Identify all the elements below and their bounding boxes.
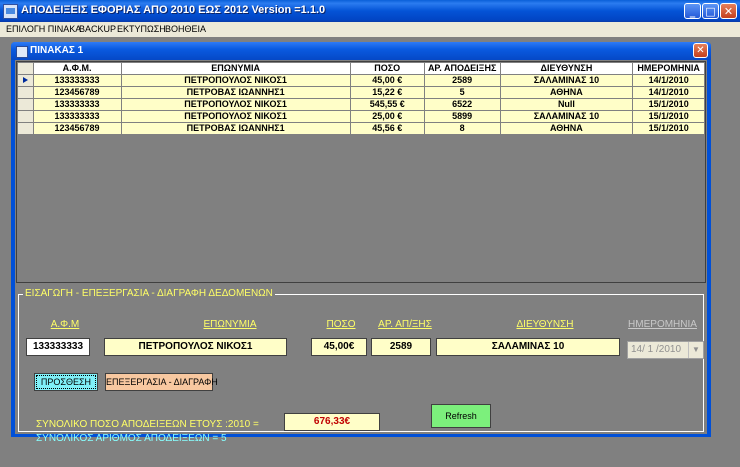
- total-amount-value: 676,33€: [284, 413, 380, 431]
- cell-afm[interactable]: 123456789: [32, 86, 122, 99]
- cell-amount[interactable]: 45,00 €: [349, 74, 425, 87]
- cell-date[interactable]: 14/1/2010: [632, 74, 705, 87]
- menu-help[interactable]: ΒΟΗΘΕΙΑ: [165, 24, 206, 34]
- app-window: ΑΠΟΔΕΙΞΕΙΣ ΕΦΟΡΙΑΣ ΑΠΟ 2010 ΕΩΣ 2012 Ver…: [0, 0, 740, 467]
- total-amount-label: ΣΥΝΟΛΙΚΟ ΠΟΣΟ ΑΠΟΔΕΙΞΕΩΝ ΕΤΟΥΣ :2010 =: [36, 419, 259, 430]
- cell-amount[interactable]: 545,55 €: [349, 98, 425, 111]
- cell-receipt[interactable]: 2589: [423, 74, 501, 87]
- menu-select-table[interactable]: ΕΠΙΛΟΓΗ ΠΙΝΑΚΑ: [6, 24, 81, 34]
- cell-date[interactable]: 15/1/2010: [632, 110, 705, 123]
- cell-afm[interactable]: 133333333: [32, 110, 122, 123]
- column-header-afm[interactable]: Α.Φ.Μ.: [32, 62, 122, 75]
- name-input[interactable]: ΠΕΤΡΟΠΟΥΛΟΣ ΝΙΚΟΣ1: [104, 338, 287, 356]
- cell-name[interactable]: ΠΕΤΡΟΒΑΣ ΙΩΑΝΝΗΣ1: [120, 86, 351, 99]
- row-header[interactable]: [17, 86, 34, 99]
- cell-date[interactable]: 15/1/2010: [632, 98, 705, 111]
- cell-name[interactable]: ΠΕΤΡΟΠΟΥΛΟΣ ΝΙΚΟΣ1: [120, 110, 351, 123]
- cell-date[interactable]: 15/1/2010: [632, 122, 705, 135]
- window-title: ΑΠΟΔΕΙΞΕΙΣ ΕΦΟΡΙΑΣ ΑΠΟ 2010 ΕΩΣ 2012 Ver…: [21, 4, 326, 16]
- refresh-button[interactable]: Refresh: [431, 404, 491, 428]
- address-input[interactable]: ΣΑΛΑΜΙΝΑΣ 10: [436, 338, 620, 356]
- table-row[interactable]: 133333333 ΠΕΤΡΟΠΟΥΛΟΣ ΝΙΚΟΣ1 25,00 €5899 ΣΑ…: [17, 110, 705, 123]
- app-icon: [3, 4, 18, 19]
- label-amount: ΠΟΣΟ: [326, 319, 356, 330]
- cell-address[interactable]: ΣΑΛΑΜΙΝΑΣ 10: [499, 74, 634, 87]
- add-button[interactable]: ΠΡΟΣΘΕΣΗ: [34, 373, 98, 391]
- cell-receipt[interactable]: 8: [423, 122, 501, 135]
- row-header[interactable]: [17, 74, 34, 87]
- row-header[interactable]: [17, 98, 34, 111]
- cell-afm[interactable]: 133333333: [32, 98, 122, 111]
- table-row[interactable]: 133333333 ΠΕΤΡΟΠΟΥΛΟΣ ΝΙΚΟΣ1 545,55 €6522 N…: [17, 98, 705, 111]
- table-row[interactable]: 123456789 ΠΕΤΡΟΒΑΣ ΙΩΑΝΝΗΣ1 45,56 €8 ΑΘΗΝΑ 1…: [17, 122, 705, 135]
- row-header-corner: [17, 62, 34, 75]
- column-header-date[interactable]: ΗΜΕΡΟΜΗΝΙΑ: [632, 62, 705, 75]
- cell-name[interactable]: ΠΕΤΡΟΒΑΣ ΙΩΑΝΝΗΣ1: [120, 122, 351, 135]
- label-name: ΕΠΩΝΥΜΙΑ: [203, 319, 257, 330]
- current-row-indicator-icon: [22, 77, 28, 83]
- cell-amount[interactable]: 15,22 €: [349, 86, 425, 99]
- edit-group-box: [18, 294, 704, 432]
- table-header-row: Α.Φ.Μ. ΕΠΩΝΥΜΙΑ ΠΟΣΟ ΑΡ. ΑΠΟΔΕΙΞΗΣ ΔΙΕΥΘ…: [17, 62, 705, 75]
- column-header-address[interactable]: ΔΙΕΥΘΥΝΣΗ: [499, 62, 634, 75]
- cell-address[interactable]: ΑΘΗΝΑ: [499, 122, 634, 135]
- minimize-button[interactable]: _: [684, 3, 701, 19]
- total-count-label: ΣΥΝΟΛΙΚΟΣ ΑΡΙΘΜΟΣ ΑΠΟΔΕΙΞΕΩΝ = 5: [36, 433, 227, 444]
- menu-print[interactable]: ΕΚΤΥΠΩΣΗ: [117, 24, 166, 34]
- child-title-bar[interactable]: ΠΙΝΑΚΑΣ 1 ✕: [11, 42, 711, 60]
- child-window-table1: ΠΙΝΑΚΑΣ 1 ✕ Α.Φ.Μ. ΕΠΩΝΥΜΙΑ ΠΟΣΟ ΑΡ. ΑΠΟ…: [11, 42, 711, 444]
- menu-bar: ΕΠΙΛΟΓΗ ΠΙΝΑΚΑ BACKUP ΕΚΤΥΠΩΣΗ ΒΟΗΘΕΙΑ: [0, 22, 740, 37]
- child-window-body: Α.Φ.Μ. ΕΠΩΝΥΜΙΑ ΠΟΣΟ ΑΡ. ΑΠΟΔΕΙΞΗΣ ΔΙΕΥΘ…: [15, 60, 707, 444]
- cell-receipt[interactable]: 5: [423, 86, 501, 99]
- cell-address[interactable]: Null: [499, 98, 634, 111]
- table-row[interactable]: 123456789 ΠΕΤΡΟΒΑΣ ΙΩΑΝΝΗΣ1 15,22 €5 ΑΘΗΝΑ 1…: [17, 86, 705, 99]
- label-date: ΗΜΕΡΟΜΗΝΙΑ: [628, 319, 697, 330]
- column-header-receipt[interactable]: ΑΡ. ΑΠΟΔΕΙΞΗΣ: [423, 62, 501, 75]
- date-picker[interactable]: 14/ 1 /2010 ▼: [627, 341, 704, 359]
- receipts-grid[interactable]: Α.Φ.Μ. ΕΠΩΝΥΜΙΑ ΠΟΣΟ ΑΡ. ΑΠΟΔΕΙΞΗΣ ΔΙΕΥΘ…: [16, 61, 706, 283]
- close-button[interactable]: ✕: [720, 3, 737, 19]
- child-window-title: ΠΙΝΑΚΑΣ 1: [30, 45, 84, 56]
- edit-group-title: ΕΙΣΑΓΩΓΗ - ΕΠΕΞΕΡΓΑΣΙΑ - ΔΙΑΓΡΑΦΗ ΔΕΔΟΜΕ…: [23, 288, 275, 299]
- label-afm: Α.Φ.Μ: [50, 319, 80, 330]
- cell-amount[interactable]: 25,00 €: [349, 110, 425, 123]
- date-picker-value: 14/ 1 /2010: [631, 344, 682, 355]
- cell-date[interactable]: 14/1/2010: [632, 86, 705, 99]
- child-close-button[interactable]: ✕: [693, 43, 708, 58]
- menu-backup[interactable]: BACKUP: [79, 24, 116, 34]
- cell-name[interactable]: ΠΕΤΡΟΠΟΥΛΟΣ ΝΙΚΟΣ1: [120, 98, 351, 111]
- child-window-icon: [16, 46, 28, 58]
- edit-panel: ΕΙΣΑΓΩΓΗ - ΕΠΕΞΕΡΓΑΣΙΑ - ΔΙΑΓΡΑΦΗ ΔΕΔΟΜΕ…: [15, 285, 707, 444]
- column-header-amount[interactable]: ΠΟΣΟ: [349, 62, 425, 75]
- title-bar[interactable]: ΑΠΟΔΕΙΞΕΙΣ ΕΦΟΡΙΑΣ ΑΠΟ 2010 ΕΩΣ 2012 Ver…: [0, 0, 740, 22]
- cell-receipt[interactable]: 6522: [423, 98, 501, 111]
- cell-receipt[interactable]: 5899: [423, 110, 501, 123]
- cell-afm[interactable]: 133333333: [32, 74, 122, 87]
- cell-address[interactable]: ΑΘΗΝΑ: [499, 86, 634, 99]
- afm-input[interactable]: 133333333: [26, 338, 90, 356]
- cell-name[interactable]: ΠΕΤΡΟΠΟΥΛΟΣ ΝΙΚΟΣ1: [120, 74, 351, 87]
- column-header-name[interactable]: ΕΠΩΝΥΜΙΑ: [120, 62, 351, 75]
- row-header[interactable]: [17, 110, 34, 123]
- label-receipt: ΑΡ. ΑΠ/ΞΗΣ: [378, 319, 432, 330]
- cell-address[interactable]: ΣΑΛΑΜΙΝΑΣ 10: [499, 110, 634, 123]
- table-row[interactable]: 133333333 ΠΕΤΡΟΠΟΥΛΟΣ ΝΙΚΟΣ1 45,00 €2589 ΣΑ…: [17, 74, 705, 87]
- receipt-input[interactable]: 2589: [371, 338, 431, 356]
- cell-afm[interactable]: 123456789: [32, 122, 122, 135]
- label-address: ΔΙΕΥΘΥΝΣΗ: [516, 319, 574, 330]
- maximize-button[interactable]: □: [702, 3, 719, 19]
- receipts-table: Α.Φ.Μ. ΕΠΩΝΥΜΙΑ ΠΟΣΟ ΑΡ. ΑΠΟΔΕΙΞΗΣ ΔΙΕΥΘ…: [17, 62, 705, 135]
- chevron-down-icon[interactable]: ▼: [688, 342, 703, 358]
- edit-delete-button[interactable]: ΕΠΕΞΕΡΓΑΣΙΑ - ΔΙΑΓΡΑΦΗ: [105, 373, 218, 391]
- amount-input[interactable]: 45,00€: [311, 338, 367, 356]
- cell-amount[interactable]: 45,56 €: [349, 122, 425, 135]
- row-header[interactable]: [17, 122, 34, 135]
